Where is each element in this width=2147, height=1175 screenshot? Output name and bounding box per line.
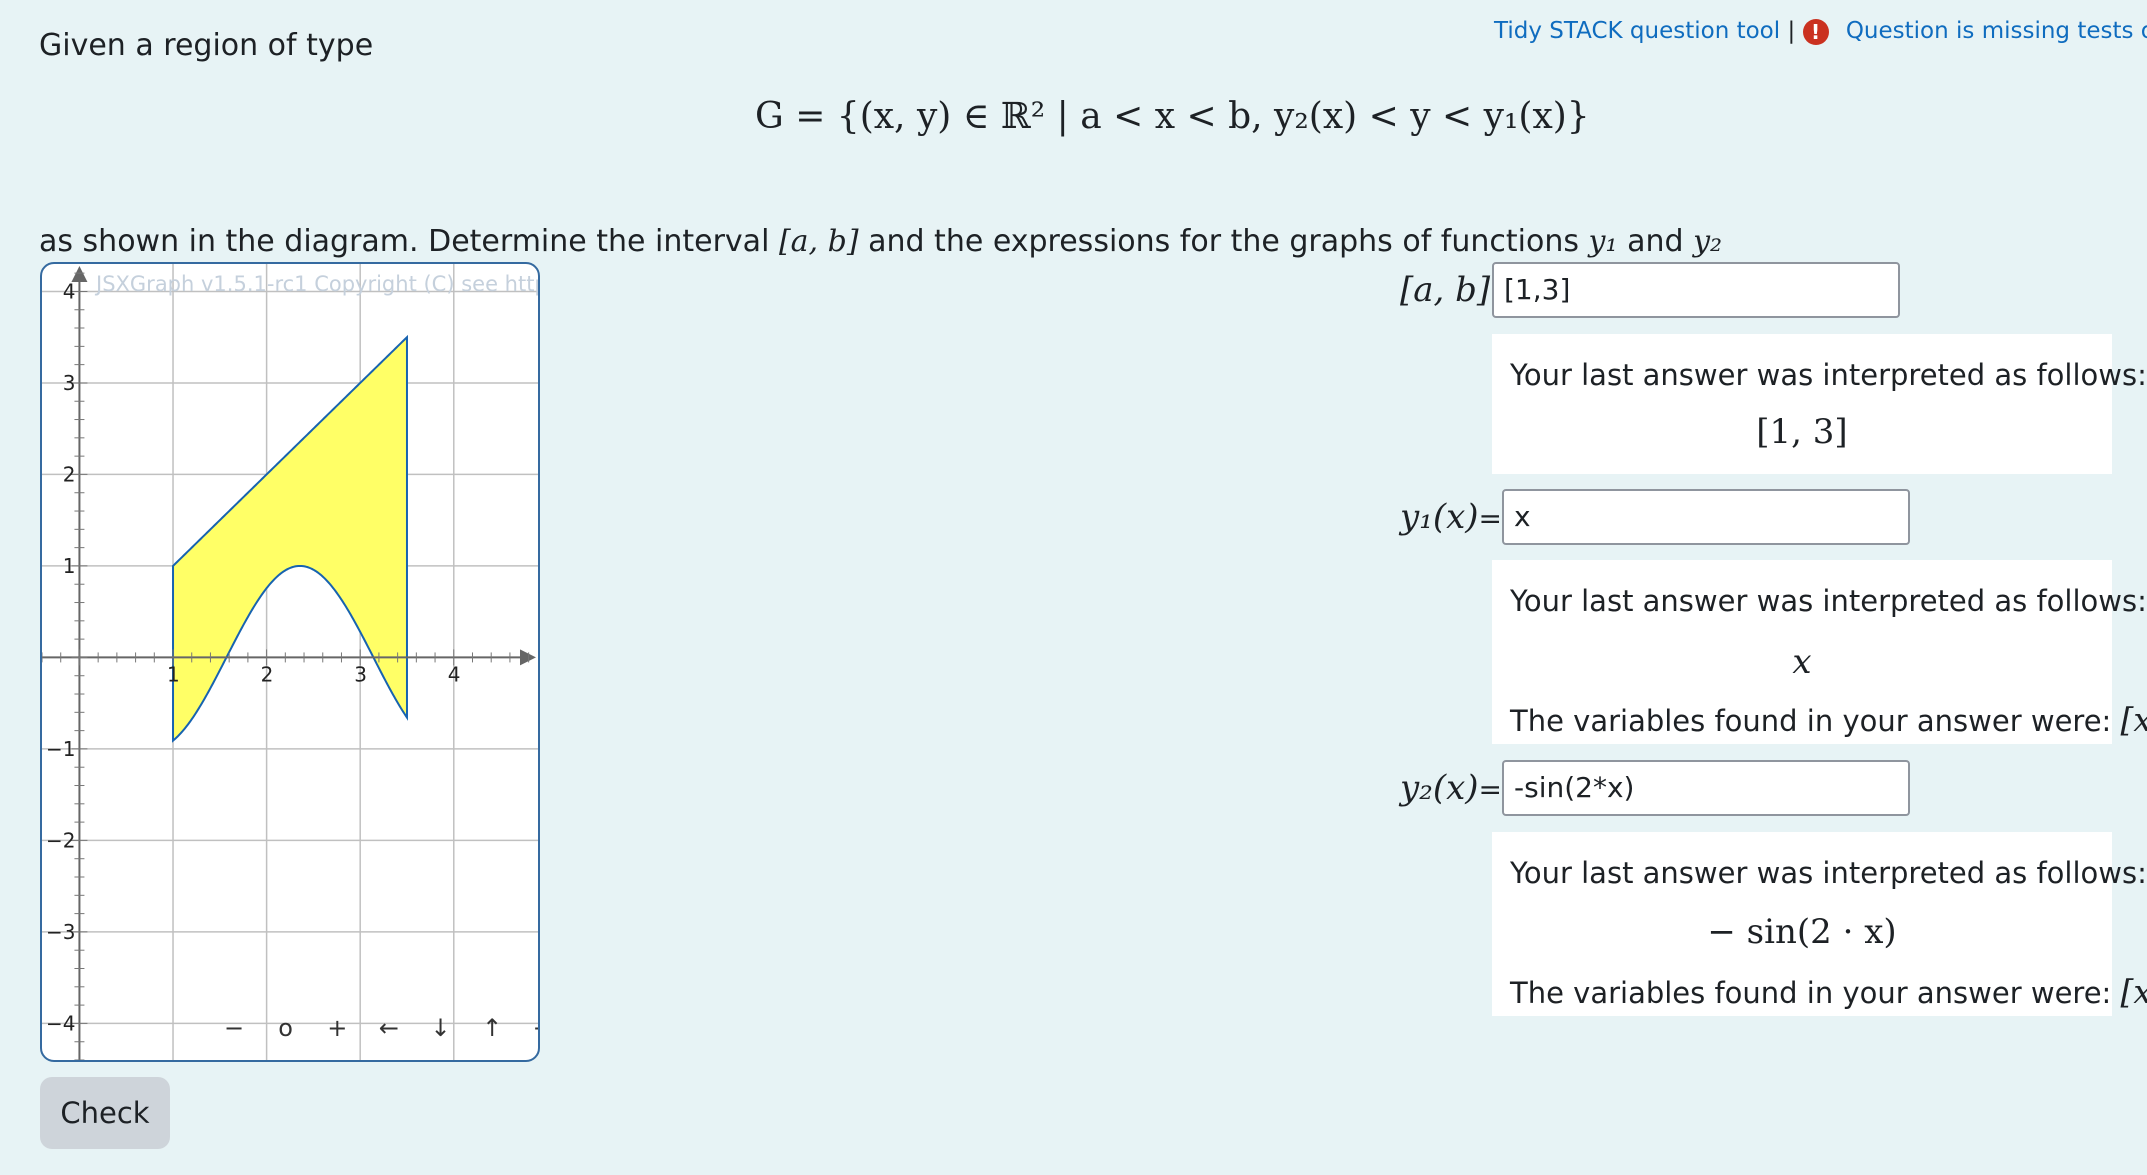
x-tick-label: 1 [167,662,180,686]
y-tick-label: −3 [46,920,75,944]
y2-input[interactable]: -sin(2*x) [1502,760,1910,816]
pan-right-button[interactable]: → [522,1014,538,1042]
variables-list: [x] [2120,700,2147,739]
y-tick-label: −1 [46,737,75,761]
y1-feedback: Your last answer was interpreted as foll… [1492,560,2147,744]
jsxgraph-copyright: JSXGraph v1.5.1-rc1 Copyright (C) see ht… [96,272,540,296]
x-tick-label: 4 [448,662,461,686]
x-tick-label: 3 [354,662,367,686]
variables-found: The variables found in your answer were:… [1510,700,2147,739]
instruction-text: as shown in the diagram. Determine the i… [39,224,1722,260]
interval-symbol: [a, b] [778,224,859,259]
interval-feedback: Your last answer was interpreted as foll… [1492,334,2147,474]
reset-view-button[interactable]: o [264,1014,308,1042]
interpreted-answer: x [1792,642,1812,682]
pan-up-button[interactable]: ↑ [470,1014,514,1042]
shaded-region [172,334,408,743]
alert-icon: ! [1802,18,1829,45]
function-plot[interactable]: 1 2 3 4 4 3 2 1 −1 −2 −3 −4 [42,264,538,1060]
instruction-middle: and the expressions for the graphs of fu… [868,224,1579,259]
jsxgraph-board[interactable]: 1 2 3 4 4 3 2 1 −1 −2 −3 −4 JSXGraph v1.5.1-rc1 Cop… [40,262,540,1062]
y1-symbol: y₁ [1588,224,1618,259]
interpreted-answer: − sin(2 · x) [1707,912,1897,952]
instruction-and: and [1627,224,1684,259]
question-tools: Tidy STACK question tool | ! Question is… [1494,18,2147,45]
y2-label-text: y₂(x) [1400,768,1479,808]
equals-sign: = [1478,502,1503,535]
x-tick-label: 2 [261,662,274,686]
variables-found: The variables found in your answer were:… [1510,972,2147,1011]
missing-tests-link[interactable]: Question is missing tests or va [1846,18,2147,44]
zoom-in-button[interactable]: + [315,1014,359,1042]
check-button[interactable]: Check [40,1077,170,1149]
zoom-out-button[interactable]: − [212,1014,256,1042]
equals-sign: = [1478,773,1503,806]
pan-down-button[interactable]: ↓ [419,1014,463,1042]
x-axis-arrow [520,649,536,666]
y1-label: y₁(x)= [1400,497,1502,537]
tidy-stack-tool-link[interactable]: Tidy STACK question tool [1494,18,1780,44]
y-tick-label: 4 [63,279,76,303]
region-formula: G = {(x, y) ∈ ℝ² | a < x < b, y₂(x) < y … [755,96,1590,137]
y-tick-label: −4 [46,1011,75,1035]
y2-symbol: y₂ [1693,224,1723,259]
navigation-bar: − o + ← ↓ ↑ → [212,1014,538,1042]
feedback-intro: Your last answer was interpreted as foll… [1510,856,2147,890]
intro-text: Given a region of type [39,28,374,63]
y-tick-label: 2 [63,462,76,486]
feedback-intro: Your last answer was interpreted as foll… [1510,358,2147,392]
y2-feedback: Your last answer was interpreted as foll… [1492,832,2147,1016]
pan-left-button[interactable]: ← [367,1014,411,1042]
interpreted-answer: [1, 3] [1756,412,1848,452]
y1-input[interactable]: x [1502,489,1910,545]
instruction-before: as shown in the diagram. Determine the i… [39,224,770,259]
y-tick-label: 3 [63,371,76,395]
y2-label: y₂(x)= [1400,768,1502,808]
feedback-intro: Your last answer was interpreted as foll… [1510,584,2147,618]
link-separator: | [1787,18,1796,44]
variables-text: The variables found in your answer were: [1510,976,2112,1010]
interval-label-text: [a, b] [1400,270,1491,310]
y-tick-label: −2 [46,828,75,852]
variables-text: The variables found in your answer were: [1510,704,2112,738]
interval-input[interactable]: [1,3] [1492,262,1900,318]
y1-label-text: y₁(x) [1400,497,1479,537]
variables-list: [x] [2120,972,2147,1011]
y-tick-label: 1 [63,554,76,578]
